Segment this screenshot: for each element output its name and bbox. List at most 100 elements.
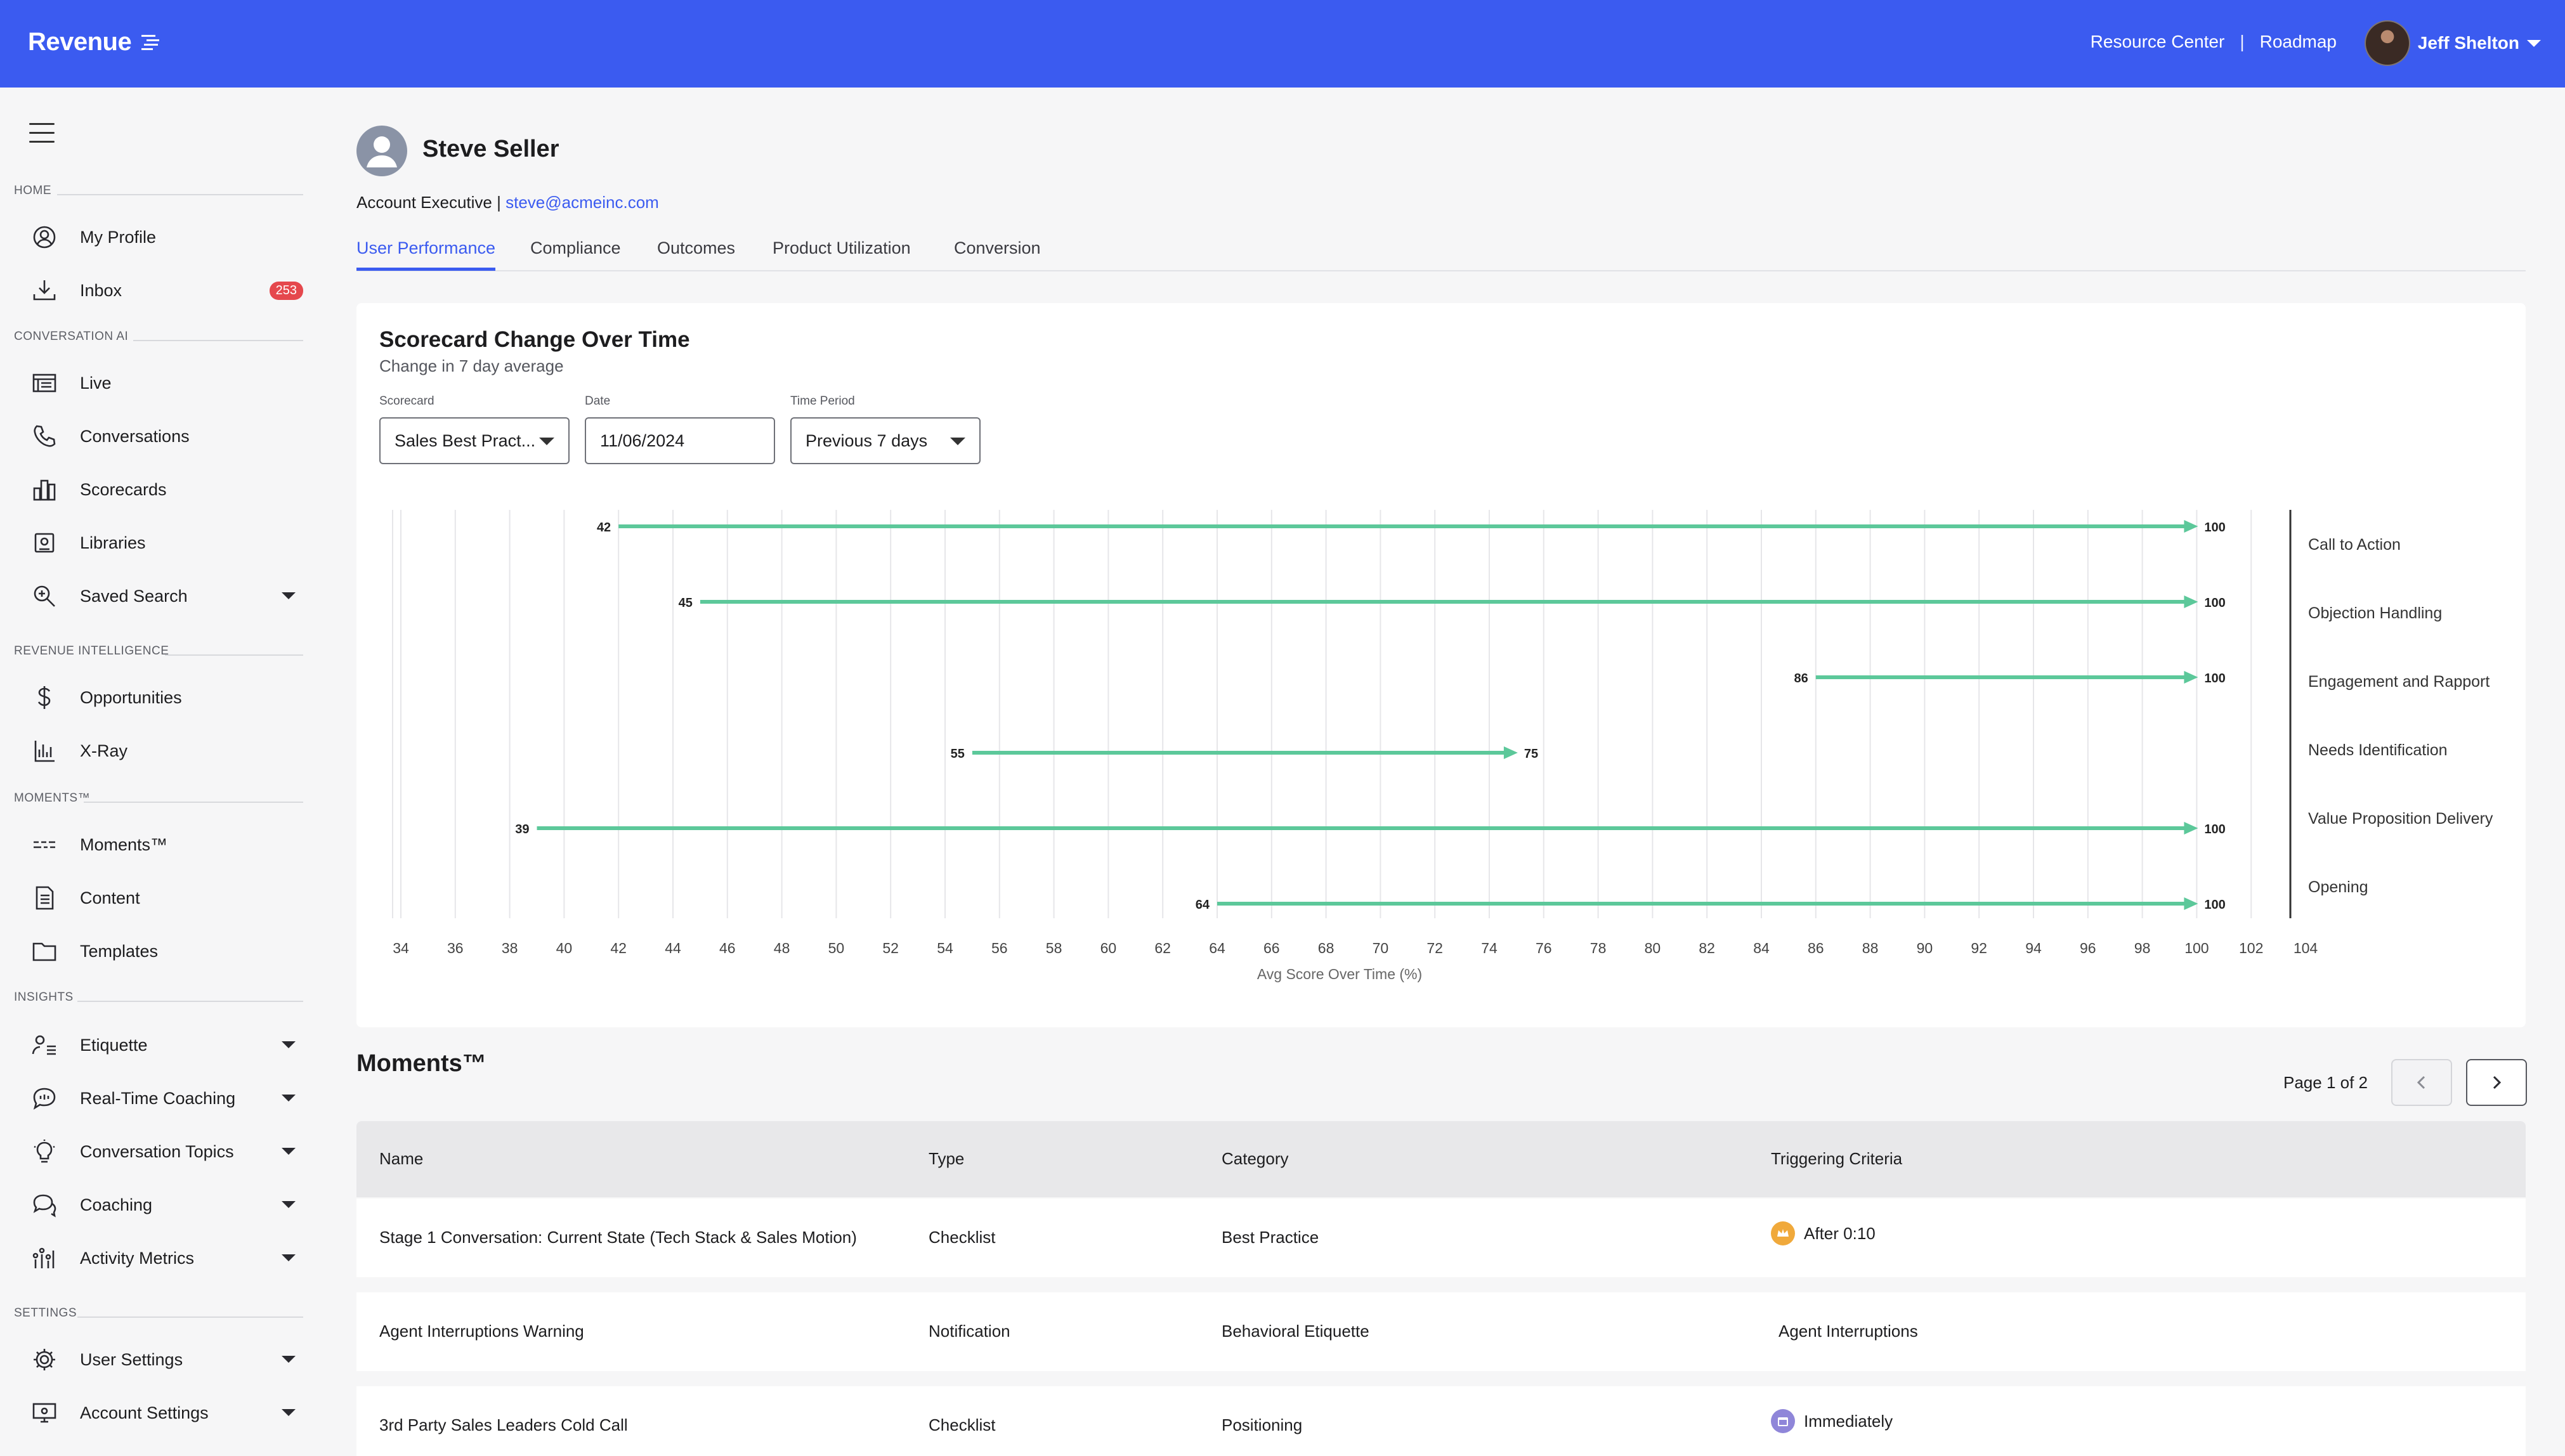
sidebar-item-scorecards[interactable]: Scorecards <box>29 471 303 509</box>
x-tick-label: 72 <box>1426 940 1443 956</box>
moments-lines-icon <box>29 829 60 860</box>
sidebar-item-label: Real-Time Coaching <box>80 1088 236 1108</box>
moment-name: Agent Interruptions Warning <box>379 1322 584 1341</box>
chevron-right-icon <box>2493 1076 2502 1089</box>
x-tick-label: 36 <box>447 940 464 956</box>
profile-subtitle: Account Executive | steve@acmeinc.com <box>356 193 659 212</box>
x-tick-label: 64 <box>1209 940 1225 956</box>
x-tick-label: 70 <box>1373 940 1389 956</box>
end-value-label: 100 <box>2204 672 2225 686</box>
table-row[interactable]: Agent Interruptions Warning Notification… <box>356 1292 2526 1371</box>
x-tick-label: 86 <box>1808 940 1824 956</box>
top-bar: Revenue Resource Center | Roadmap Jeff S… <box>0 0 2565 88</box>
x-tick-label: 94 <box>2025 940 2042 956</box>
table-row[interactable]: Stage 1 Conversation: Current State (Tec… <box>356 1199 2526 1277</box>
chevron-down-icon <box>282 1356 296 1363</box>
column-header-name[interactable]: Name <box>379 1149 423 1169</box>
hamburger-menu-icon[interactable] <box>29 123 55 145</box>
x-tick-label: 102 <box>2239 940 2263 956</box>
sidebar-item-moments[interactable]: Moments™ <box>29 826 303 864</box>
next-page-button[interactable] <box>2466 1059 2527 1106</box>
table-row[interactable]: 3rd Party Sales Leaders Cold Call Checkl… <box>356 1386 2526 1456</box>
sidebar-item-templates[interactable]: Templates <box>29 932 303 970</box>
previous-page-button[interactable] <box>2391 1059 2452 1106</box>
sidebar-item-label: Opportunities <box>80 687 182 707</box>
roadmap-link[interactable]: Roadmap <box>2260 32 2337 52</box>
sidebar-item-activity-metrics[interactable]: Activity Metrics <box>29 1239 303 1277</box>
sidebar-item-real-time-coaching[interactable]: Real-Time Coaching <box>29 1079 303 1117</box>
x-tick-label: 104 <box>2294 940 2318 956</box>
sidebar-item-account-settings[interactable]: Account Settings <box>29 1394 303 1432</box>
series-arrow <box>1503 746 1518 759</box>
x-tick-label: 76 <box>1536 940 1552 956</box>
sidebar-item-label: Etiquette <box>80 1035 148 1055</box>
column-header-type[interactable]: Type <box>929 1149 964 1169</box>
profile-name: Steve Seller <box>422 136 559 162</box>
sidebar-item-opportunities[interactable]: Opportunities <box>29 679 303 717</box>
sidebar-item-label: My Profile <box>80 227 157 247</box>
user-avatar <box>2364 20 2410 66</box>
profile-email-link[interactable]: steve@acmeinc.com <box>506 193 659 212</box>
resource-center-link[interactable]: Resource Center <box>2091 32 2225 52</box>
tab-conversion[interactable]: Conversion <box>954 238 1041 258</box>
inbox-count-badge: 253 <box>269 282 303 300</box>
sidebar-item-content[interactable]: Content <box>29 879 303 917</box>
moment-trigger-text: Agent Interruptions <box>1779 1322 1918 1341</box>
column-header-category[interactable]: Category <box>1222 1149 1289 1169</box>
sidebar-item-coaching[interactable]: Coaching <box>29 1186 303 1224</box>
tab-user-performance[interactable]: User Performance <box>356 238 496 271</box>
moment-type: Checklist <box>929 1415 996 1434</box>
moment-category: Best Practice <box>1222 1228 1319 1247</box>
sidebar-item-conversations[interactable]: Conversations <box>29 417 303 455</box>
sidebar-item-libraries[interactable]: Libraries <box>29 524 303 562</box>
chevron-down-icon <box>282 1148 296 1155</box>
sidebar-item-x-ray[interactable]: X-Ray <box>29 732 303 770</box>
sidebar-item-label: Conversations <box>80 426 190 446</box>
sidebar-item-my-profile[interactable]: My Profile <box>29 218 303 256</box>
x-tick-label: 48 <box>774 940 790 956</box>
start-value-label: 42 <box>597 521 611 535</box>
document-icon <box>29 883 60 913</box>
chevron-down-icon <box>282 1095 296 1102</box>
folder-icon <box>29 936 60 966</box>
scorecard-change-card: Scorecard Change Over Time Change in 7 d… <box>356 303 2526 1027</box>
series-arrow <box>2184 520 2198 533</box>
end-value-label: 100 <box>2204 596 2225 610</box>
moment-category: Behavioral Etiquette <box>1222 1322 1369 1341</box>
revenue-logo[interactable]: Revenue <box>28 28 162 56</box>
sidebar-item-label: Content <box>80 888 140 907</box>
calendar-icon <box>1771 1409 1795 1433</box>
tab-product-utilization[interactable]: Product Utilization <box>773 238 911 258</box>
sidebar-item-user-settings[interactable]: User Settings <box>29 1341 303 1379</box>
end-value-label: 100 <box>2204 822 2225 836</box>
gear-icon <box>29 1344 60 1375</box>
sidebar-item-saved-search[interactable]: Saved Search <box>29 577 303 615</box>
series-arrow <box>2184 897 2198 910</box>
sidebar-item-inbox[interactable]: Inbox 253 <box>29 271 303 309</box>
column-header-triggering-criteria[interactable]: Triggering Criteria <box>1771 1149 1902 1169</box>
chat-bubble-icon <box>29 1083 60 1114</box>
sidebar-item-live[interactable]: Live <box>29 364 303 402</box>
top-links: Resource Center | Roadmap <box>2091 32 2337 52</box>
tab-compliance[interactable]: Compliance <box>530 238 621 258</box>
sidebar-item-etiquette[interactable]: Etiquette <box>29 1026 303 1064</box>
section-label-revenue-intelligence: REVENUE INTELLIGENCE <box>14 644 169 658</box>
bar-chart-icon <box>29 736 60 766</box>
moments-title: Moments™ <box>356 1050 486 1077</box>
section-divider <box>77 1316 303 1318</box>
section-divider <box>165 654 303 656</box>
category-label: Objection Handling <box>2308 604 2442 622</box>
x-tick-label: 62 <box>1154 940 1171 956</box>
monitor-gear-icon <box>29 1398 60 1428</box>
user-menu[interactable]: Jeff Shelton <box>2364 20 2541 66</box>
x-tick-label: 46 <box>719 940 736 956</box>
x-tick-label: 68 <box>1318 940 1335 956</box>
tab-outcomes[interactable]: Outcomes <box>657 238 735 258</box>
section-label-conversation-ai: CONVERSATION AI <box>14 330 129 343</box>
sidebar-item-label: Activity Metrics <box>80 1248 195 1268</box>
sidebar-item-conversation-topics[interactable]: Conversation Topics <box>29 1133 303 1171</box>
sidebar-item-label: Moments™ <box>80 835 168 854</box>
section-label-settings: SETTINGS <box>14 1306 77 1320</box>
moment-trigger-text: Immediately <box>1804 1411 1893 1431</box>
moment-category: Positioning <box>1222 1415 1303 1434</box>
